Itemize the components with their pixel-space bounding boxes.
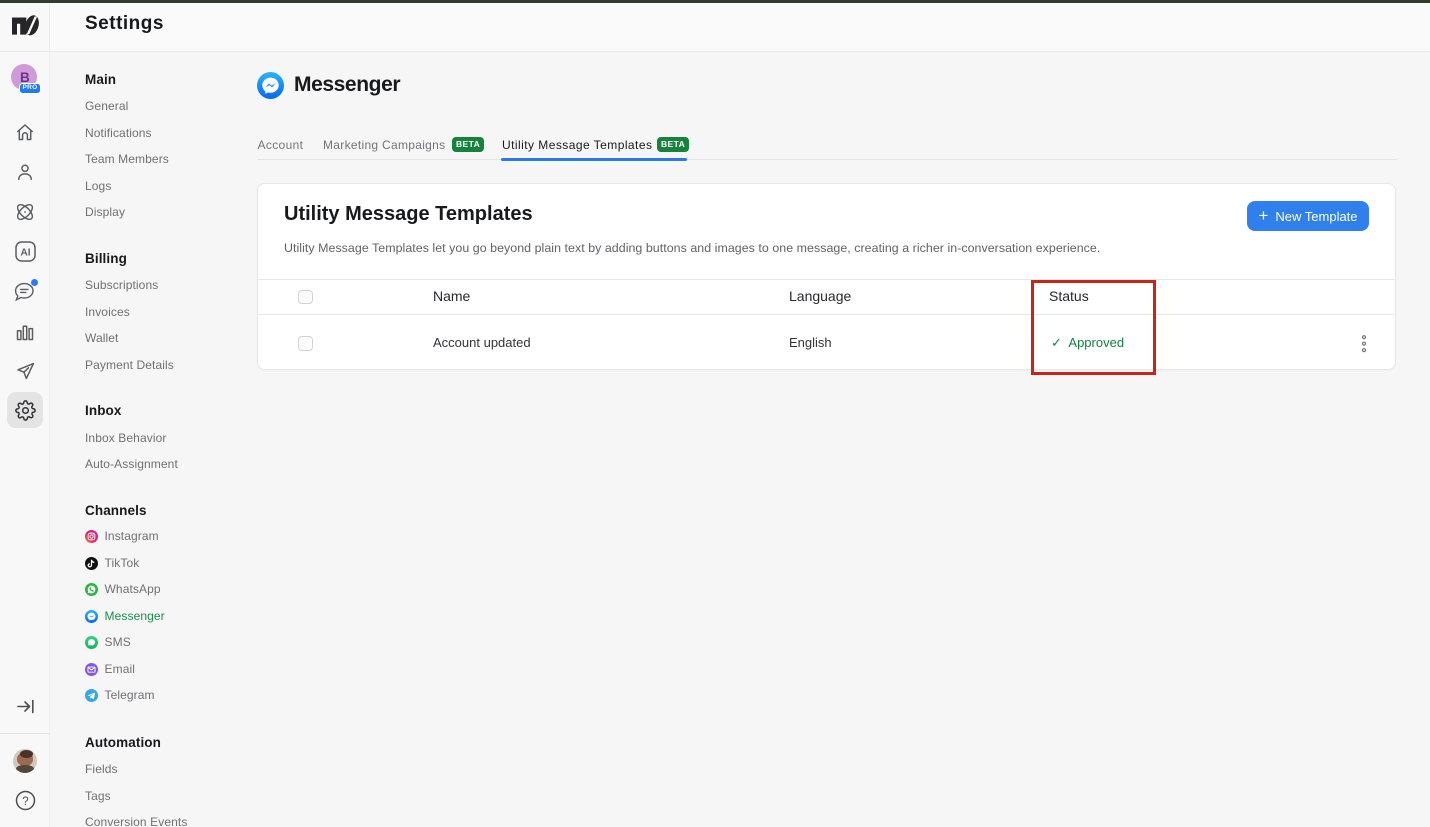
svg-text:AI: AI [20, 248, 30, 259]
svg-text:?: ? [22, 796, 28, 808]
